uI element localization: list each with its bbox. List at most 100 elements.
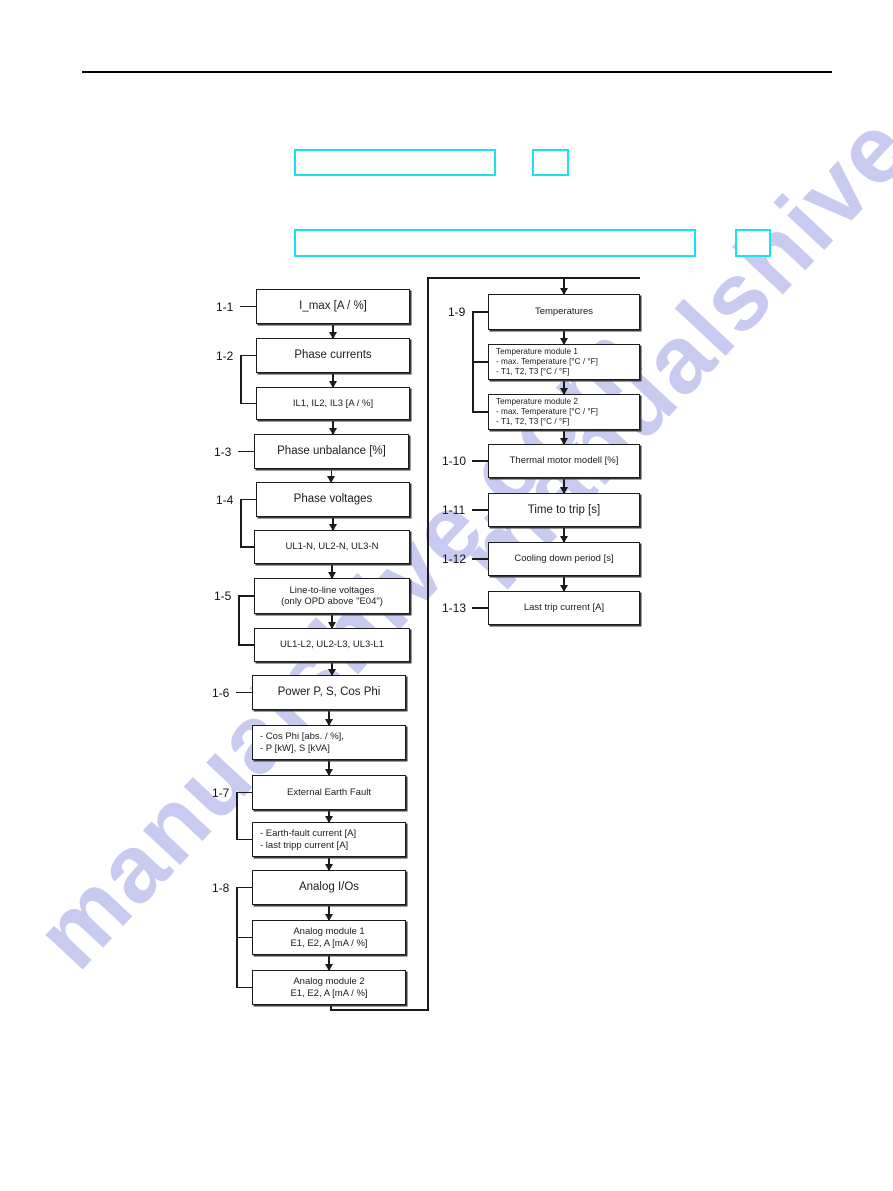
ref-tag-phase-currents: 1-2 <box>216 348 234 363</box>
ref-tag-temperatures: 1-9 <box>448 305 466 319</box>
flow-box-phase-currents-detail: IL1, IL2, IL3 [A / %] <box>256 387 410 420</box>
flow-box-label: Temperature module 1 <box>496 347 578 356</box>
flow-box-label: - T1, T2, T3 [°C / °F] <box>496 417 570 426</box>
number-redaction-2 <box>735 229 771 257</box>
connector-line <box>236 986 252 989</box>
flow-arrow <box>331 662 333 675</box>
ref-leader-line <box>472 509 488 511</box>
flow-box-external-earth-fault: External Earth Fault <box>252 775 406 810</box>
ref-tag-analog-ios: 1-8 <box>212 880 230 895</box>
connector-line <box>240 402 256 405</box>
flow-arrow <box>328 857 330 870</box>
flow-box-temperatures: Temperatures <box>488 294 640 330</box>
flow-box-label: External Earth Fault <box>287 786 371 798</box>
connector-line <box>472 411 488 413</box>
flow-box-label: Analog module 2 <box>293 976 365 987</box>
flow-box-label: - max. Temperature [°C / °F] <box>496 357 598 366</box>
connector-line <box>427 277 640 279</box>
flow-box-label: UL1-N, UL2-N, UL3-N <box>285 541 379 553</box>
flow-box-label: - last tripp current [A] <box>260 839 349 851</box>
flow-box-label: Cooling down period [s] <box>514 553 614 565</box>
ref-leader-line <box>240 354 256 357</box>
number-redaction-1 <box>532 149 569 176</box>
flow-arrow <box>330 469 333 482</box>
ref-tag-thermal-motor-modell: 1-10 <box>442 454 467 468</box>
connector-line <box>330 1005 332 1009</box>
flow-box-cooling-down-period: Cooling down period [s] <box>488 542 640 576</box>
connector-line <box>236 936 252 939</box>
ref-leader-line <box>236 886 252 889</box>
title-redaction-1 <box>294 149 496 176</box>
flow-arrow <box>563 527 565 542</box>
flow-box-label: (only OPD above "E04") <box>281 596 383 607</box>
ref-leader-line <box>472 607 488 609</box>
flow-box-label: Time to trip [s] <box>527 503 601 516</box>
ref-tag-phase-voltages: 1-4 <box>216 492 234 507</box>
flow-box-label: IL1, IL2, IL3 [A / %] <box>292 397 374 409</box>
flow-box-power-p-s-cosphi: Power P, S, Cos Phi <box>252 675 406 710</box>
flow-box-analog-module-1: Analog module 1 E1, E2, A [mA / %] <box>252 920 406 955</box>
flow-box-phase-unbalance: Phase unbalance [%] <box>254 434 409 469</box>
flow-box-label: Analog module 1 <box>293 926 365 937</box>
flow-box-label: - P [kW], S [kVA] <box>260 742 330 754</box>
header-rule <box>82 71 832 73</box>
flow-box-label: - T1, T2, T3 [°C / °F] <box>496 367 570 376</box>
flow-box-phase-currents: Phase currents <box>256 338 410 373</box>
connector-line <box>238 644 254 646</box>
flow-arrow <box>331 564 333 578</box>
flow-arrow <box>332 420 334 434</box>
flow-box-analog-module-2: Analog module 2 E1, E2, A [mA / %] <box>252 970 406 1005</box>
flow-arrow <box>328 810 330 822</box>
flow-box-analog-ios: Analog I/Os <box>252 870 406 905</box>
flow-box-phase-voltages-detail: UL1-N, UL2-N, UL3-N <box>254 530 410 564</box>
flow-arrow <box>563 277 565 294</box>
flow-box-label: Phase currents <box>294 349 372 361</box>
flow-box-label: E1, E2, A [mA / %] <box>290 937 368 949</box>
flow-box-label: Temperatures <box>534 306 594 318</box>
flow-box-i-max: I_max [A / %] <box>256 289 410 324</box>
flow-box-label: Last trip current [A] <box>523 602 605 614</box>
flow-arrow <box>332 517 334 530</box>
ref-tag-power-p-s-cosphi: 1-6 <box>212 685 230 700</box>
flow-box-label: Phase voltages <box>293 493 373 505</box>
title-redaction-2 <box>294 229 696 257</box>
flow-box-label: Analog I/Os <box>298 881 360 893</box>
flow-box-label: Phase unbalance [%] <box>277 445 386 457</box>
menu-flow-diagram: I_max [A / %] 1-1 Phase currents 1-2 IL1, IL… <box>0 0 893 1191</box>
ref-leader-line <box>238 595 254 597</box>
flow-box-label: Thermal motor modell [%] <box>509 455 619 467</box>
document-page: manualshive.com manualshive.com I_max [A… <box>0 0 893 1191</box>
flow-arrow <box>563 576 565 591</box>
connector-line <box>240 355 242 404</box>
flow-arrow <box>331 614 333 628</box>
flow-box-label: - Cos Phi [abs. / %], <box>260 731 344 742</box>
flow-box-label: UL1-L2, UL2-L3, UL3-L1 <box>279 639 385 651</box>
ref-leader-line <box>236 791 252 794</box>
flow-box-line-to-line-voltages: Line-to-line voltages (only OPD above "E0… <box>254 578 410 614</box>
flow-box-temperature-module-2: Temperature module 2- max. Temperature [… <box>488 394 640 430</box>
flow-box-label: Temperature module 2 <box>496 397 578 406</box>
flow-arrow <box>563 330 565 344</box>
connector-line <box>238 596 240 645</box>
connector-line <box>236 792 238 840</box>
flow-arrow <box>328 760 330 775</box>
flow-box-label: E1, E2, A [mA / %] <box>290 987 368 999</box>
flow-arrow <box>328 955 330 970</box>
flow-arrow <box>563 430 565 444</box>
ref-leader-line <box>238 450 254 453</box>
flow-box-time-to-trip: Time to trip [s] <box>488 493 640 527</box>
ref-tag-last-trip-current: 1-13 <box>442 601 467 615</box>
connector-line <box>427 277 429 1009</box>
ref-tag-line-to-line-voltages: 1-5 <box>214 589 232 603</box>
ref-leader-line <box>472 311 488 313</box>
ref-leader-line <box>472 558 488 560</box>
flow-arrow <box>332 324 334 338</box>
connector-line <box>236 838 252 841</box>
flow-arrow <box>328 710 330 725</box>
connector-line <box>472 361 488 363</box>
flow-box-label: Power P, S, Cos Phi <box>277 686 381 698</box>
flow-box-label: Line-to-line voltages <box>289 584 375 596</box>
ref-leader-line <box>236 691 252 694</box>
flow-box-temperature-module-1: Temperature module 1- max. Temperature [… <box>488 344 640 380</box>
ref-tag-external-earth-fault: 1-7 <box>212 785 230 800</box>
